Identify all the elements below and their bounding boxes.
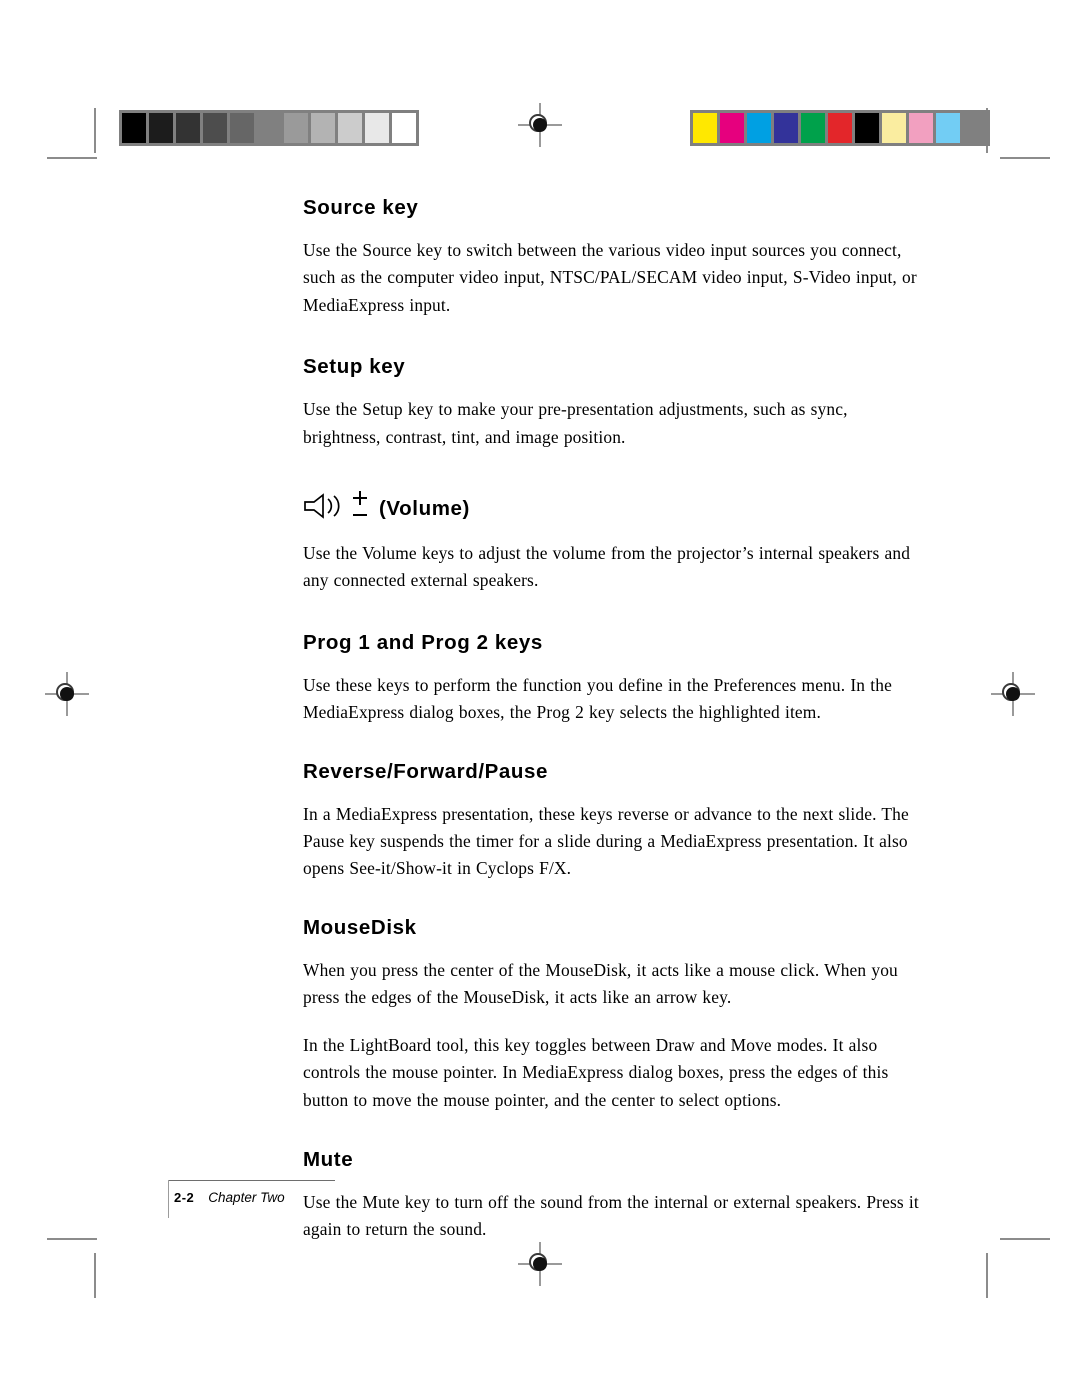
document-body: Source key Use the Source key to switch … <box>303 196 923 1244</box>
registration-dot <box>1006 687 1020 701</box>
footer-chapter-label: Chapter Two <box>208 1190 285 1205</box>
grayscale-swatch-3 <box>203 113 227 143</box>
registration-dot <box>533 1257 547 1271</box>
section-setup-key: Setup key Use the Setup key to make your… <box>303 355 923 451</box>
paragraph-prog-keys: Use these keys to perform the function y… <box>303 674 892 723</box>
paragraph-setup-key: Use the Setup key to make your pre-prese… <box>303 399 848 447</box>
registration-mark-left <box>45 672 89 716</box>
heading-mousedisk: MouseDisk <box>303 915 417 939</box>
heading-volume-label: (Volume) <box>379 496 470 520</box>
paragraph-source-key: Use the Source key to switch between the… <box>303 240 917 315</box>
section-mousedisk: MouseDisk When you press the center of t… <box>303 916 923 1114</box>
section-mute: Mute Use the Mute key to turn off the so… <box>303 1148 923 1244</box>
section-source-key: Source key Use the Source key to switch … <box>303 196 923 319</box>
grayscale-swatch-2 <box>176 113 200 143</box>
color-calibration-bar <box>690 110 990 146</box>
color-swatch-10 <box>963 113 987 143</box>
speaker-icon <box>303 493 345 524</box>
color-swatch-7 <box>882 113 906 143</box>
registration-mark-right <box>991 672 1035 716</box>
heading-volume: (Volume) <box>303 491 923 526</box>
grayscale-swatch-1 <box>149 113 173 143</box>
heading-prog-keys: Prog 1 and Prog 2 keys <box>303 630 543 654</box>
registration-dot <box>533 118 547 132</box>
registration-dot <box>60 687 74 701</box>
paragraph-mousedisk-1: When you press the center of the MouseDi… <box>303 959 898 1008</box>
paragraph-mousedisk-2: In the LightBoard tool, this key toggles… <box>303 1034 889 1110</box>
footer-row: 2-2 Chapter Two <box>168 1181 368 1205</box>
crop-mark-bottom-left-vertical <box>94 1253 96 1298</box>
crop-mark-top-left-vertical <box>94 108 96 153</box>
color-swatch-9 <box>936 113 960 143</box>
grayscale-swatch-0 <box>122 113 146 143</box>
section-volume: (Volume) Use the Volume keys to adjust t… <box>303 491 923 595</box>
grayscale-calibration-bar <box>119 110 419 146</box>
crop-mark-bottom-right-horizontal <box>1000 1238 1050 1240</box>
color-swatch-6 <box>855 113 879 143</box>
paragraph-volume: Use the Volume keys to adjust the volume… <box>303 543 911 591</box>
grayscale-swatch-4 <box>230 113 254 143</box>
page-footer: 2-2 Chapter Two <box>168 1180 368 1218</box>
grayscale-swatch-8 <box>338 113 362 143</box>
color-swatch-5 <box>828 113 852 143</box>
crop-mark-top-left-horizontal <box>47 157 97 159</box>
paragraph-reverse-forward-pause: In a MediaExpress presentation, these ke… <box>303 803 909 879</box>
color-swatch-4 <box>801 113 825 143</box>
grayscale-swatch-5 <box>257 113 281 143</box>
document-page: Source key Use the Source key to switch … <box>0 0 1080 1397</box>
color-swatch-0 <box>693 113 717 143</box>
registration-mark-bottom <box>518 1242 562 1286</box>
color-swatch-3 <box>774 113 798 143</box>
color-swatch-1 <box>720 113 744 143</box>
section-reverse-forward-pause: Reverse/Forward/Pause In a MediaExpress … <box>303 760 923 883</box>
heading-setup-key: Setup key <box>303 355 406 379</box>
heading-mute: Mute <box>303 1147 354 1171</box>
heading-reverse-forward-pause: Reverse/Forward/Pause <box>303 759 549 783</box>
grayscale-swatch-6 <box>284 113 308 143</box>
heading-source-key: Source key <box>303 196 419 219</box>
crop-mark-bottom-left-horizontal <box>47 1238 97 1240</box>
footer-left-tick <box>168 1180 169 1218</box>
crop-mark-bottom-right-vertical <box>986 1253 988 1298</box>
plus-minus-icon <box>351 491 369 526</box>
color-swatch-8 <box>909 113 933 143</box>
grayscale-swatch-7 <box>311 113 335 143</box>
color-swatch-2 <box>747 113 771 143</box>
footer-page-number: 2-2 <box>174 1190 195 1205</box>
grayscale-swatch-9 <box>365 113 389 143</box>
section-prog-keys: Prog 1 and Prog 2 keys Use these keys to… <box>303 631 923 727</box>
grayscale-swatch-10 <box>392 113 416 143</box>
registration-mark-top <box>518 103 562 147</box>
paragraph-mute: Use the Mute key to turn off the sound f… <box>303 1191 919 1240</box>
crop-mark-top-right-horizontal <box>1000 157 1050 159</box>
